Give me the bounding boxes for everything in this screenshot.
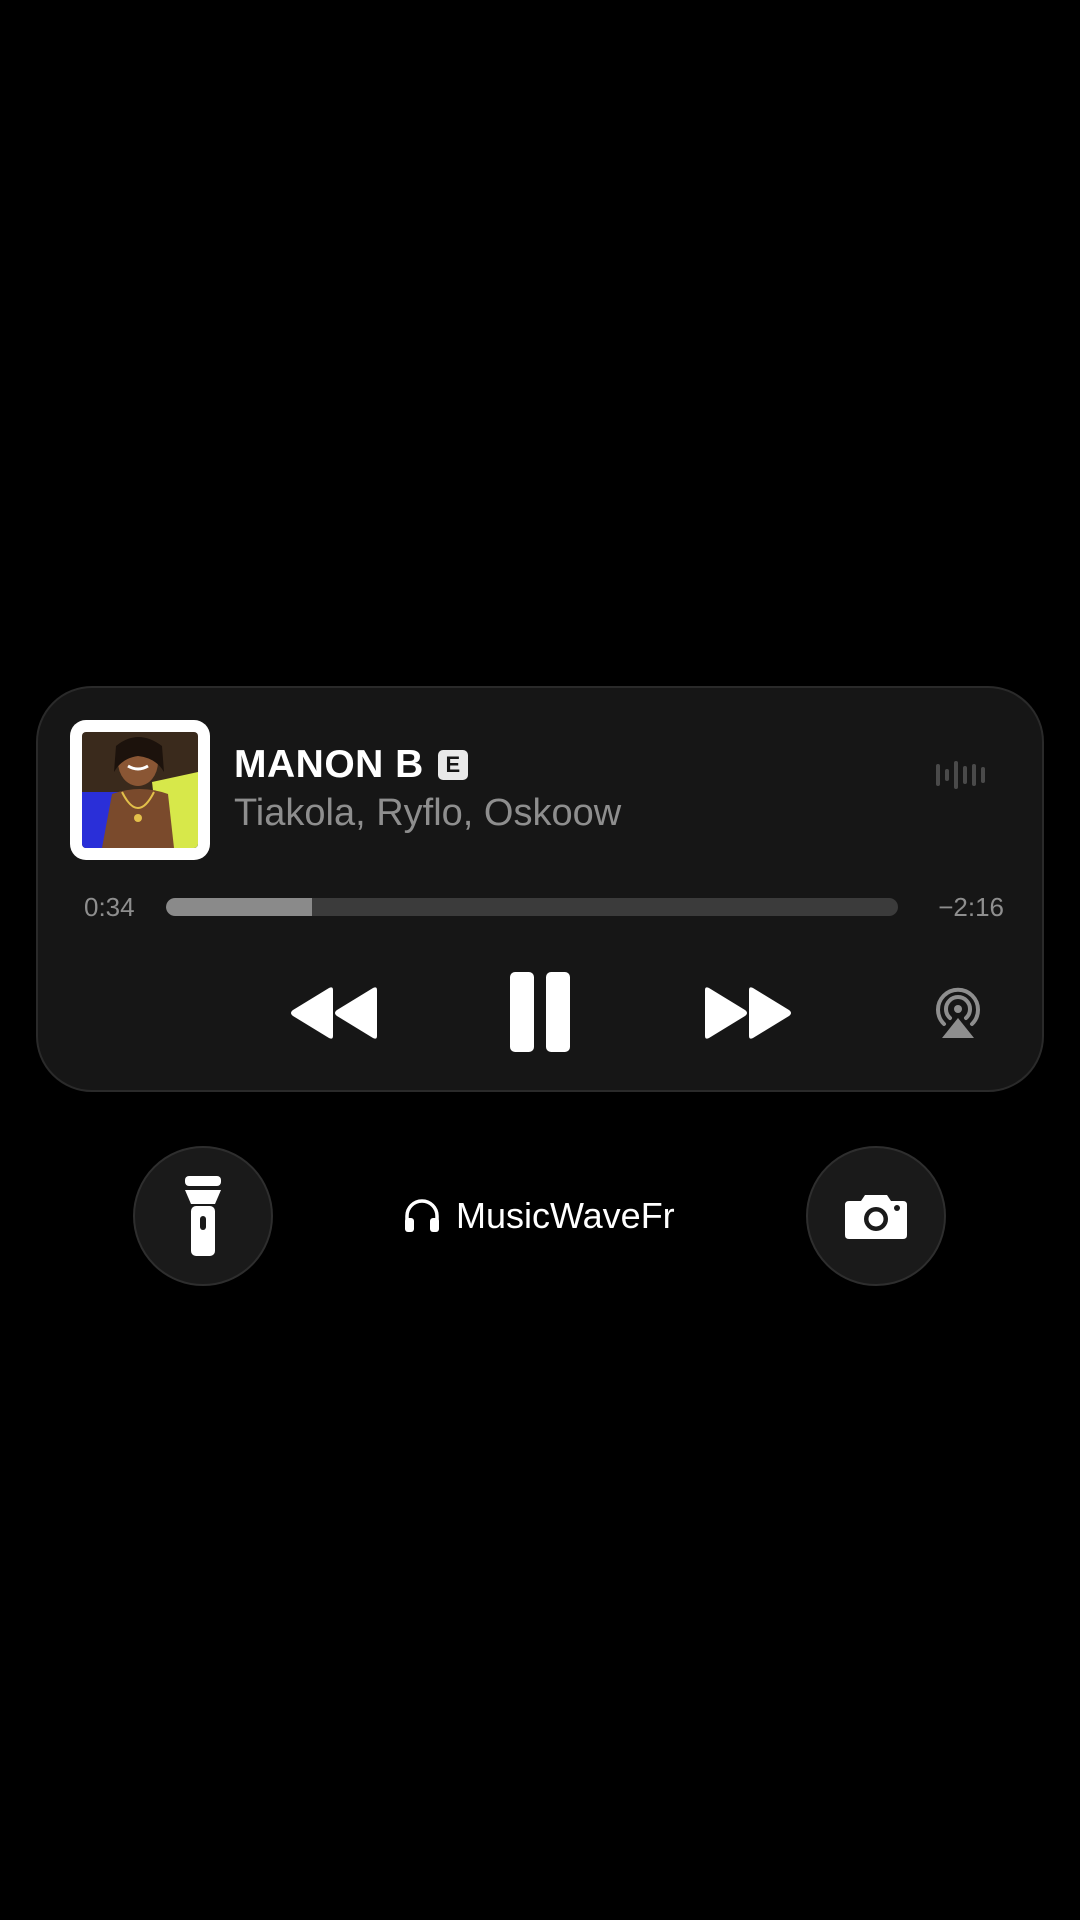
track-title: MANON B xyxy=(234,743,424,786)
pause-button[interactable] xyxy=(500,964,580,1060)
track-artists: Tiakola, Ryflo, Oskoow xyxy=(234,792,622,834)
now-playing-card[interactable]: MANON B E Tiakola, Ryflo, Oskoow 0:34 −2… xyxy=(36,686,1044,1092)
output-device: MusicWaveFr xyxy=(402,1192,675,1240)
device-name: MusicWaveFr xyxy=(456,1195,675,1236)
audio-waveform-icon xyxy=(936,761,985,789)
airplay-icon xyxy=(936,987,980,1038)
airplay-button[interactable] xyxy=(926,980,990,1044)
time-remaining: −2:16 xyxy=(938,892,1004,922)
forward-button[interactable] xyxy=(698,978,798,1048)
camera-button[interactable] xyxy=(806,1146,946,1286)
rewind-icon xyxy=(291,987,377,1039)
time-elapsed: 0:34 xyxy=(84,892,135,922)
progress-scrubber[interactable] xyxy=(166,898,898,916)
pause-icon xyxy=(510,972,570,1052)
headphones-icon xyxy=(405,1199,439,1232)
flashlight-icon xyxy=(185,1176,221,1256)
progress-fill xyxy=(166,898,313,916)
flashlight-button[interactable] xyxy=(133,1146,273,1286)
album-cover-image xyxy=(82,732,198,848)
explicit-badge: E xyxy=(437,750,468,780)
album-art[interactable] xyxy=(70,720,210,860)
track-title-row: MANON B E xyxy=(234,742,468,788)
fast-forward-icon xyxy=(705,987,791,1039)
camera-icon xyxy=(845,1195,907,1239)
rewind-button[interactable] xyxy=(284,978,384,1048)
